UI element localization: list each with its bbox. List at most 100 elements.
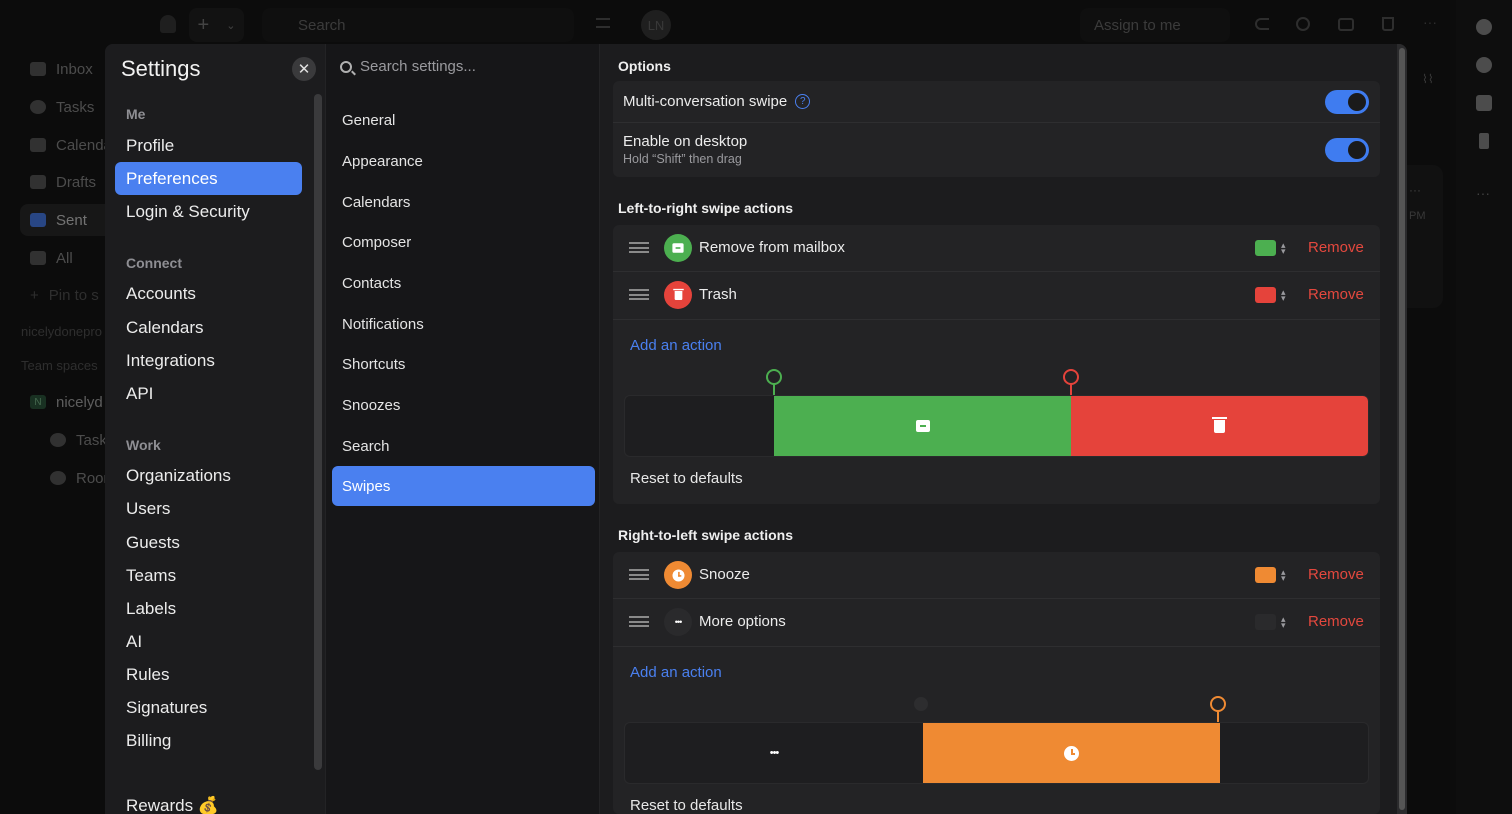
nav-users[interactable]: Users — [115, 492, 302, 525]
chevron-updown-icon[interactable]: ▴ ▾ — [1281, 568, 1286, 583]
subnav-snoozes[interactable]: Snoozes — [332, 385, 595, 425]
ltr-action-row[interactable]: Remove from mailbox ▴ ▾ Remove — [613, 225, 1380, 271]
color-swatch[interactable] — [1255, 567, 1276, 583]
nav-labels[interactable]: Labels — [115, 592, 302, 625]
bg-nav-label: Calenda — [56, 136, 112, 154]
drag-handle-icon[interactable] — [629, 569, 649, 580]
subnav-shortcuts[interactable]: Shortcuts — [332, 344, 595, 384]
more-icon: ··· — [1409, 183, 1421, 197]
drag-handle-icon[interactable] — [629, 289, 649, 300]
chevron-updown-icon[interactable]: ▴ ▾ — [1281, 288, 1286, 303]
check-circle-icon[interactable] — [1476, 57, 1492, 73]
drag-stop-handle[interactable] — [914, 697, 928, 711]
rtl-action-row[interactable]: Snooze ▴ ▾ Remove — [613, 552, 1380, 598]
nav-api[interactable]: API — [115, 377, 302, 410]
nav-guests[interactable]: Guests — [115, 526, 302, 559]
nav-organizations[interactable]: Organizations — [115, 459, 302, 492]
divider — [613, 319, 1380, 320]
snooze-segment — [923, 723, 1220, 783]
nav-ai[interactable]: AI — [115, 625, 302, 658]
settings-search-input[interactable]: Search settings... — [340, 58, 476, 75]
help-icon[interactable]: ? — [795, 94, 811, 109]
nav-calendars[interactable]: Calendars — [115, 311, 302, 344]
drag-stop-handle[interactable] — [1063, 369, 1079, 385]
top-search-input[interactable]: Search — [262, 8, 574, 42]
ellipsis-icon: ••• — [769, 747, 780, 759]
remove-button[interactable]: Remove — [1308, 286, 1364, 303]
clock-icon — [664, 561, 692, 589]
background-thread-card: ··· PM — [1405, 165, 1443, 308]
subnav-appearance[interactable]: Appearance — [332, 141, 595, 181]
avatar[interactable]: LN — [641, 10, 671, 40]
subnav-composer[interactable]: Composer — [332, 222, 595, 262]
nav-signatures[interactable]: Signatures — [115, 691, 302, 724]
desktop-hint: Hold “Shift” then drag — [623, 152, 742, 166]
subnav-search[interactable]: Search — [332, 426, 595, 466]
subnav-contacts[interactable]: Contacts — [332, 263, 595, 303]
color-swatch[interactable] — [1255, 614, 1276, 630]
ltr-action-row[interactable]: Trash ▴ ▾ Remove — [613, 272, 1380, 319]
trash-icon[interactable] — [1382, 17, 1394, 31]
close-button[interactable]: ✕ — [292, 57, 316, 81]
search-icon — [340, 60, 352, 73]
ltr-swipe-preview — [624, 395, 1369, 457]
more-icon[interactable]: ··· — [1476, 185, 1490, 201]
reset-defaults-button[interactable]: Reset to defaults — [630, 470, 743, 487]
drag-stop-handle[interactable] — [1210, 696, 1226, 712]
color-swatch[interactable] — [1255, 240, 1276, 256]
nav-login-security[interactable]: Login & Security — [115, 195, 302, 228]
subnav-swipes[interactable]: Swipes — [332, 466, 595, 506]
nav-integrations[interactable]: Integrations — [115, 344, 302, 377]
chevron-down-icon: ⌄ — [226, 19, 236, 32]
nav-scrollbar[interactable] — [314, 94, 322, 770]
bg-nav-label: Tasks — [56, 98, 95, 116]
chevron-updown-icon[interactable]: ▴ ▾ — [1281, 241, 1286, 256]
archive-segment — [774, 396, 1071, 456]
background-toolbar: + ⌄ Search LN Assign to me ··· — [0, 0, 1512, 50]
time-fragment: PM — [1409, 210, 1426, 222]
calendar-icon[interactable] — [1476, 95, 1492, 111]
calendar-icon — [30, 138, 46, 152]
nav-preferences[interactable]: Preferences — [115, 162, 302, 195]
inbox-icon[interactable] — [1338, 18, 1354, 31]
drag-handle-icon[interactable] — [629, 616, 649, 627]
remove-button[interactable]: Remove — [1308, 613, 1364, 630]
nav-accounts[interactable]: Accounts — [115, 277, 302, 310]
desktop-toggle[interactable] — [1325, 138, 1369, 162]
action-name: More options — [699, 613, 786, 630]
assign-dropdown[interactable]: Assign to me — [1080, 8, 1230, 42]
action-name: Snooze — [699, 566, 750, 583]
bell-icon[interactable] — [160, 15, 176, 33]
filter-icon[interactable] — [596, 18, 610, 28]
drag-handle-icon[interactable] — [629, 242, 649, 253]
subnav-general[interactable]: General — [332, 100, 595, 140]
subnav-notifications[interactable]: Notifications — [332, 304, 595, 344]
add-action-button[interactable]: Add an action — [630, 337, 722, 354]
content-scrollbar[interactable] — [1397, 44, 1407, 814]
info-icon[interactable] — [1476, 19, 1492, 35]
more-icon[interactable]: ··· — [1423, 14, 1437, 30]
reset-defaults-button[interactable]: Reset to defaults — [630, 797, 743, 814]
clock-icon — [1064, 745, 1079, 761]
multi-swipe-toggle[interactable] — [1325, 90, 1369, 114]
compose-button[interactable]: + ⌄ — [189, 8, 244, 42]
add-action-button[interactable]: Add an action — [630, 664, 722, 681]
nav-profile[interactable]: Profile — [115, 129, 302, 162]
remove-button[interactable]: Remove — [1308, 566, 1364, 583]
group-me: Me — [126, 106, 146, 122]
nav-rules[interactable]: Rules — [115, 658, 302, 691]
nav-teams[interactable]: Teams — [115, 559, 302, 592]
drag-stop-handle[interactable] — [766, 369, 782, 385]
undo-icon[interactable] — [1255, 18, 1269, 30]
subnav-calendars[interactable]: Calendars — [332, 182, 595, 222]
remove-button[interactable]: Remove — [1308, 239, 1364, 256]
rtl-action-row[interactable]: ••• More options ▴ ▾ Remove — [613, 599, 1380, 646]
ellipsis-icon: ••• — [664, 608, 692, 636]
history-icon[interactable] — [1296, 17, 1310, 31]
nav-rewards[interactable]: Rewards 💰 — [115, 789, 302, 814]
bolt-icon[interactable] — [1479, 133, 1489, 149]
nav-billing[interactable]: Billing — [115, 724, 302, 757]
chevron-updown-icon[interactable]: ▴ ▾ — [1281, 615, 1286, 630]
team-spaces-label: Team spaces — [21, 358, 98, 373]
color-swatch[interactable] — [1255, 287, 1276, 303]
